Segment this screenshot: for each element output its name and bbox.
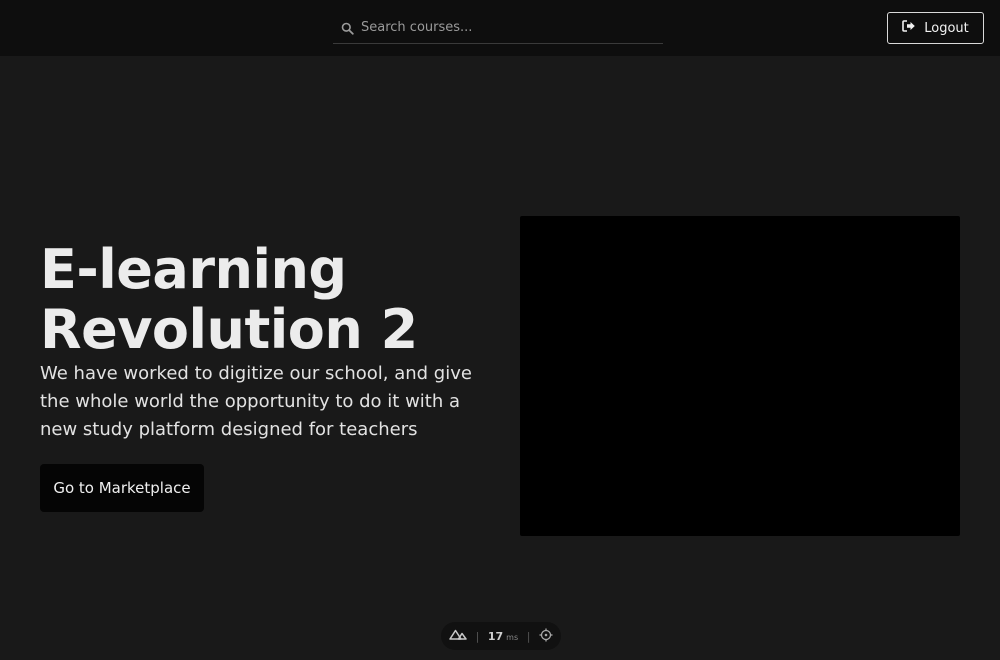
search-input[interactable] — [361, 13, 663, 42]
hero-title: E-learning Revolution 2 — [40, 240, 500, 360]
crosshair-icon[interactable] — [539, 628, 553, 645]
logout-label: Logout — [924, 20, 969, 36]
hero-title-line1: E-learning — [40, 238, 347, 301]
devtools-bar[interactable]: | 17 ms | — [441, 622, 561, 650]
hero-video-player[interactable] — [520, 216, 960, 536]
divider: | — [475, 629, 480, 643]
nuxt-icon[interactable] — [449, 629, 467, 643]
render-time-value: 17 — [487, 629, 504, 643]
go-to-marketplace-button[interactable]: Go to Marketplace — [40, 464, 204, 512]
hero-title-line2: Revolution 2 — [40, 298, 418, 361]
render-time: 17 ms — [488, 630, 518, 643]
search-bar[interactable] — [333, 12, 663, 44]
logout-icon — [902, 20, 916, 36]
logout-button[interactable]: Logout — [887, 12, 984, 44]
hero-description: We have worked to digitize our school, a… — [40, 363, 472, 440]
top-navbar: Logout — [0, 0, 1000, 56]
render-time-unit: ms — [506, 632, 519, 642]
search-icon — [333, 20, 361, 35]
divider: | — [526, 629, 531, 643]
